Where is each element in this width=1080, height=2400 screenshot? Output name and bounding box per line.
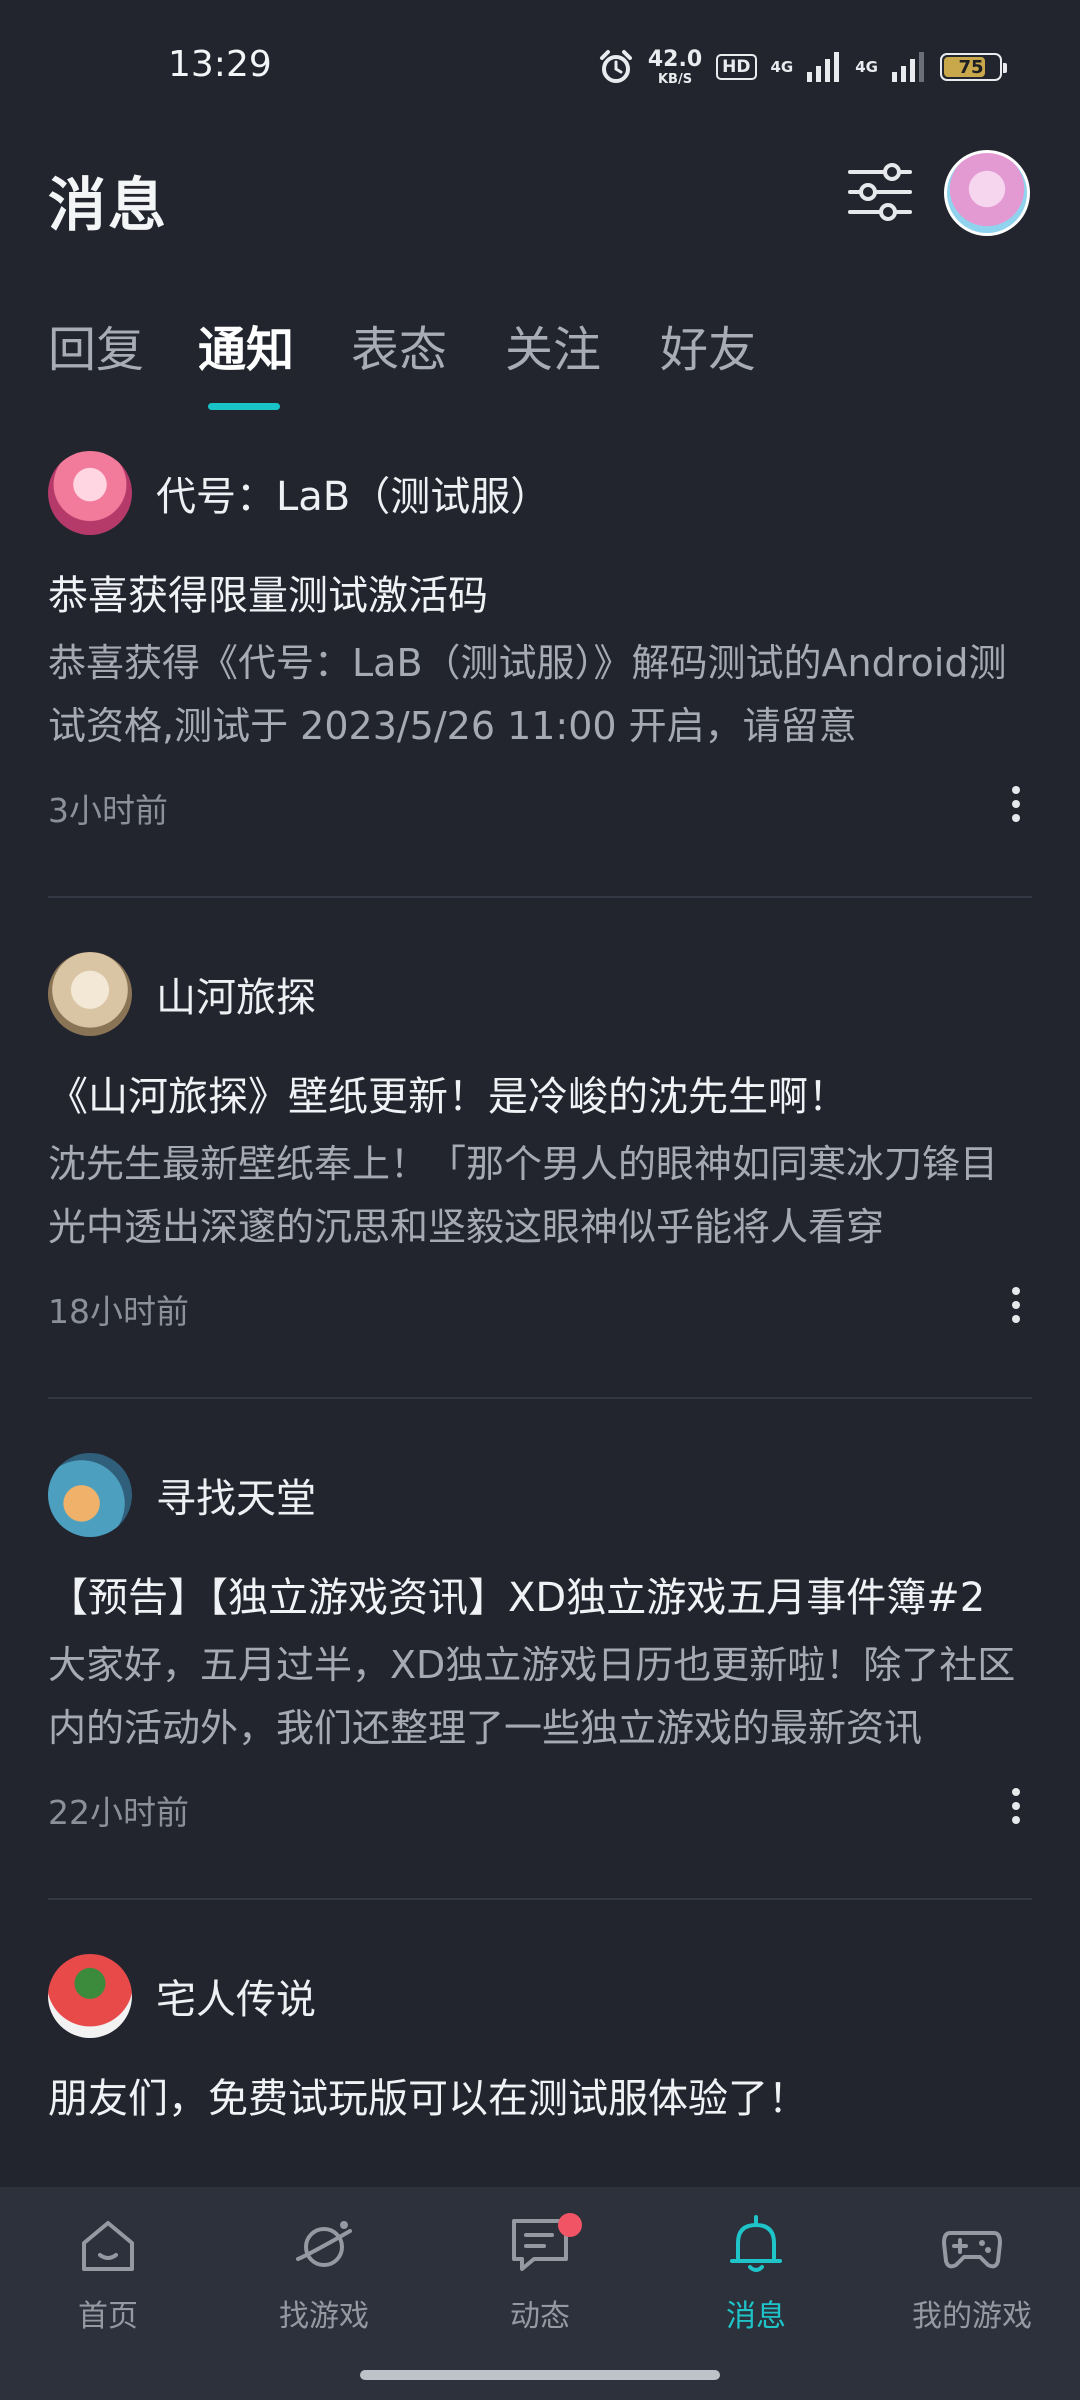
- nav-label: 首页: [78, 2299, 138, 2334]
- signal-icon: [807, 52, 840, 82]
- bottom-nav: 首页 找游戏 动态 消息 我的游戏: [0, 2187, 1080, 2400]
- planet-icon: [296, 2221, 352, 2267]
- avatar[interactable]: [48, 1453, 132, 1537]
- avatar[interactable]: [944, 150, 1030, 236]
- notification-card[interactable]: 寻找天堂 【预告】【独立游戏资讯】XD独立游戏五月事件簿#2 大家好，五月过半，…: [48, 1447, 1032, 1900]
- tab-notifications[interactable]: 通知: [198, 310, 294, 380]
- hd-badge: HD: [716, 54, 757, 80]
- card-header: 代号：LaB（测试服）: [48, 445, 1032, 541]
- nav-home[interactable]: 首页: [18, 2213, 198, 2363]
- gamepad-icon: [942, 2231, 1002, 2269]
- avatar[interactable]: [48, 451, 132, 535]
- more-options-icon[interactable]: [1006, 786, 1026, 826]
- more-options-icon[interactable]: [1006, 1788, 1026, 1828]
- card-footer: 3小时前: [48, 774, 1032, 840]
- author-name[interactable]: 宅人传说: [156, 1967, 316, 2025]
- nav-label: 我的游戏: [912, 2299, 1032, 2334]
- notification-title: 恭喜获得限量测试激活码: [48, 573, 488, 619]
- net-speed: 42.0 KB/S: [647, 46, 703, 87]
- author-name[interactable]: 代号：LaB（测试服）: [156, 464, 550, 522]
- tab-indicator: [208, 403, 280, 410]
- signal-icon: [892, 52, 924, 82]
- net-speed-unit: KB/S: [657, 71, 693, 87]
- card-header: 宅人传说: [48, 1948, 1032, 2044]
- status-time: 13:29: [168, 44, 272, 85]
- nav-discover[interactable]: 找游戏: [234, 2213, 414, 2363]
- more-options-icon[interactable]: [1006, 1287, 1026, 1327]
- divider: [48, 1898, 1032, 1900]
- card-header: 寻找天堂: [48, 1447, 1032, 1543]
- divider: [48, 896, 1032, 898]
- nav-label: 动态: [510, 2299, 570, 2334]
- tab-friends[interactable]: 好友: [660, 310, 756, 380]
- notification-body: 大家好，五月过半，XD独立游戏日历也更新啦！除了社区内的活动外，我们还整理了一些…: [48, 1643, 1016, 1750]
- net-speed-value: 42.0: [647, 46, 703, 72]
- status-icons: 42.0 KB/S HD 4G 4G 75: [598, 46, 1007, 88]
- card-footer: 22小时前: [48, 1776, 1032, 1842]
- tab-follows[interactable]: 关注: [505, 310, 601, 380]
- notification-title: 朋友们，免费试玩版可以在测试服体验了！: [48, 2076, 808, 2122]
- signal-label-2: 4G: [855, 58, 878, 76]
- author-name[interactable]: 寻找天堂: [156, 1466, 316, 1524]
- card-header: 山河旅探: [48, 946, 1032, 1042]
- nav-feed[interactable]: 动态: [450, 2213, 630, 2363]
- signal-label-1: 4G: [770, 58, 794, 76]
- notification-card[interactable]: 山河旅探 《山河旅探》壁纸更新！是冷峻的沈先生啊！ 沈先生最新壁纸奉上！「那个男…: [48, 946, 1032, 1399]
- notification-body: 恭喜获得《代号：LaB（测试服）》解码测试的Android测试资格,测试于 20…: [48, 641, 1007, 748]
- nav-label: 找游戏: [279, 2299, 369, 2334]
- tab-reactions[interactable]: 表态: [351, 310, 447, 380]
- status-bar: 13:29 42.0 KB/S HD 4G 4G 75: [0, 0, 1080, 130]
- avatar[interactable]: [48, 952, 132, 1036]
- battery-level: 75: [958, 56, 984, 78]
- battery-nub: [1003, 63, 1007, 73]
- avatar[interactable]: [48, 1954, 132, 2038]
- alarm-icon: [599, 50, 632, 83]
- card-footer: 18小时前: [48, 1275, 1032, 1341]
- home-indicator[interactable]: [360, 2370, 720, 2380]
- notification-card[interactable]: 代号：LaB（测试服） 恭喜获得限量测试激活码 恭喜获得《代号：LaB（测试服）…: [48, 445, 1032, 898]
- filter-icon[interactable]: [848, 160, 912, 224]
- notification-title: 《山河旅探》壁纸更新！是冷峻的沈先生啊！: [48, 1074, 848, 1120]
- nav-label: 消息: [726, 2299, 786, 2334]
- notification-body: 沈先生最新壁纸奉上！「那个男人的眼神如同寒冰刀锋目光中透出深邃的沉思和坚毅这眼神…: [48, 1142, 999, 1249]
- author-name[interactable]: 山河旅探: [156, 965, 316, 1023]
- timestamp: 18小时前: [48, 1292, 189, 1331]
- timestamp: 3小时前: [48, 791, 168, 830]
- tab-replies[interactable]: 回复: [48, 310, 144, 380]
- page-title: 消息: [48, 171, 169, 239]
- nav-messages[interactable]: 消息: [666, 2213, 846, 2363]
- notification-badge: [558, 2213, 582, 2237]
- nav-my-games[interactable]: 我的游戏: [882, 2213, 1062, 2363]
- bell-icon: [730, 2215, 782, 2272]
- battery-icon: 75: [940, 53, 1007, 81]
- notification-list: 代号：LaB（测试服） 恭喜获得限量测试激活码 恭喜获得《代号：LaB（测试服）…: [48, 445, 1032, 2187]
- home-icon: [82, 2221, 134, 2271]
- timestamp: 22小时前: [48, 1793, 189, 1832]
- notification-title: 【预告】【独立游戏资讯】XD独立游戏五月事件簿#2: [48, 1575, 986, 1621]
- notification-card[interactable]: 宅人传说 朋友们，免费试玩版可以在测试服体验了！: [48, 1948, 1032, 2131]
- divider: [48, 1397, 1032, 1399]
